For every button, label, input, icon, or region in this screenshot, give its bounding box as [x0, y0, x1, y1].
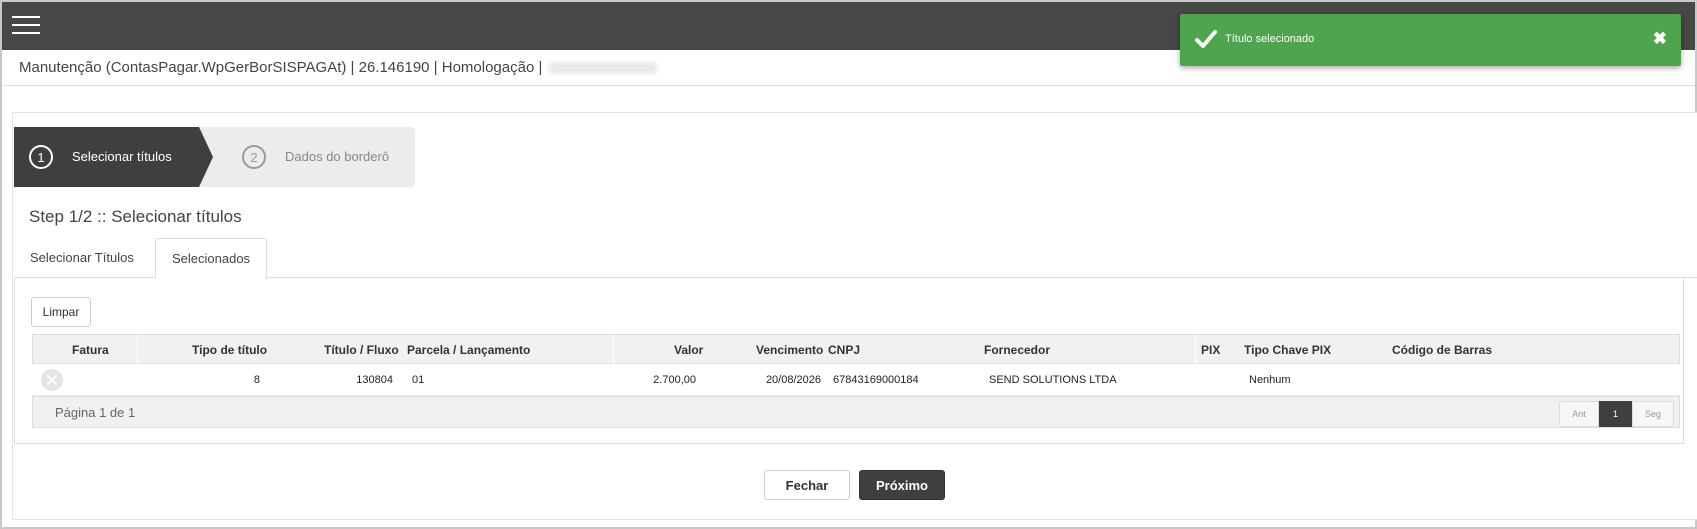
col-fatura[interactable]: Fatura: [72, 343, 109, 357]
tab-bar: Selecionar Títulos Selecionados: [14, 238, 1697, 279]
selected-titles-grid: Fatura Tipo de título Título / Fluxo Par…: [32, 334, 1680, 428]
page-title-text: Manutenção (ContasPagar.WpGerBorSISPAGAt…: [19, 59, 543, 76]
toast-message: Título selecionado: [1225, 33, 1315, 45]
table-row[interactable]: 8 130804 01 2.700,00 20/08/2026 67843169…: [32, 364, 1680, 396]
tab-selecionar-titulos[interactable]: Selecionar Títulos: [14, 238, 150, 278]
toast-close-icon[interactable]: ✖: [1653, 30, 1667, 48]
pager-next-button[interactable]: Seg: [1632, 401, 1674, 427]
col-codigo-barras[interactable]: Código de Barras: [1392, 343, 1492, 357]
col-vencimento[interactable]: Vencimento: [756, 343, 823, 357]
col-cnpj[interactable]: CNPJ: [828, 343, 860, 357]
cell-fornecedor: SEND SOLUTIONS LTDA: [989, 374, 1117, 386]
cell-vencimento: 20/08/2026: [765, 374, 821, 386]
page-info: Página 1 de 1: [55, 405, 136, 420]
hamburger-menu-icon[interactable]: [12, 16, 40, 36]
limpar-button[interactable]: Limpar: [31, 297, 91, 327]
grid-footer: Página 1 de 1 Ant 1 Seg: [32, 396, 1680, 428]
header-separator: [1195, 335, 1196, 365]
wizard-step-2[interactable]: 2 Dados do borderô: [213, 127, 415, 187]
cell-tipo-titulo: 8: [253, 374, 260, 386]
page-title: Manutenção (ContasPagar.WpGerBorSISPAGAt…: [19, 59, 659, 76]
col-parcela-lancamento[interactable]: Parcela / Lançamento: [407, 343, 530, 357]
cell-titulo-fluxo: 130804: [356, 374, 393, 386]
col-fornecedor[interactable]: Fornecedor: [984, 343, 1050, 357]
cell-tipo-chave-pix: Nenhum: [1249, 374, 1291, 386]
remove-circle-icon[interactable]: [41, 369, 63, 391]
step-2-label: Dados do borderô: [285, 149, 390, 164]
tab-selecionados[interactable]: Selecionados: [155, 238, 268, 279]
col-tipo-titulo[interactable]: Tipo de título: [192, 343, 267, 357]
header-separator: [613, 335, 614, 365]
cell-parcela: 01: [412, 374, 425, 386]
success-toast: Título selecionado ✖: [1180, 14, 1681, 66]
cell-valor: 2.700,00: [653, 374, 696, 386]
fechar-button[interactable]: Fechar: [764, 470, 850, 500]
step-1-label: Selecionar títulos: [72, 149, 172, 164]
grid-header: Fatura Tipo de título Título / Fluxo Par…: [32, 334, 1680, 365]
wizard-step-arrow: [199, 127, 213, 187]
wizard-step-1[interactable]: 1 Selecionar títulos: [14, 127, 199, 187]
check-icon: [1195, 30, 1217, 48]
proximo-button[interactable]: Próximo: [859, 470, 945, 500]
col-valor[interactable]: Valor: [674, 343, 703, 357]
step-heading: Step 1/2 :: Selecionar títulos: [29, 207, 242, 226]
col-pix[interactable]: PIX: [1201, 343, 1220, 357]
header-separator: [137, 335, 138, 365]
col-titulo-fluxo[interactable]: Título / Fluxo: [324, 343, 399, 357]
step-1-number: 1: [29, 145, 53, 169]
pager-prev-button[interactable]: Ant: [1559, 401, 1599, 427]
redacted-user: [548, 62, 659, 75]
col-tipo-chave-pix[interactable]: Tipo Chave PIX: [1244, 343, 1331, 357]
pager: Ant 1 Seg: [1559, 401, 1674, 427]
pager-page-1[interactable]: 1: [1599, 401, 1632, 427]
cell-cnpj: 67843169000184: [833, 374, 919, 386]
step-2-number: 2: [242, 145, 266, 169]
